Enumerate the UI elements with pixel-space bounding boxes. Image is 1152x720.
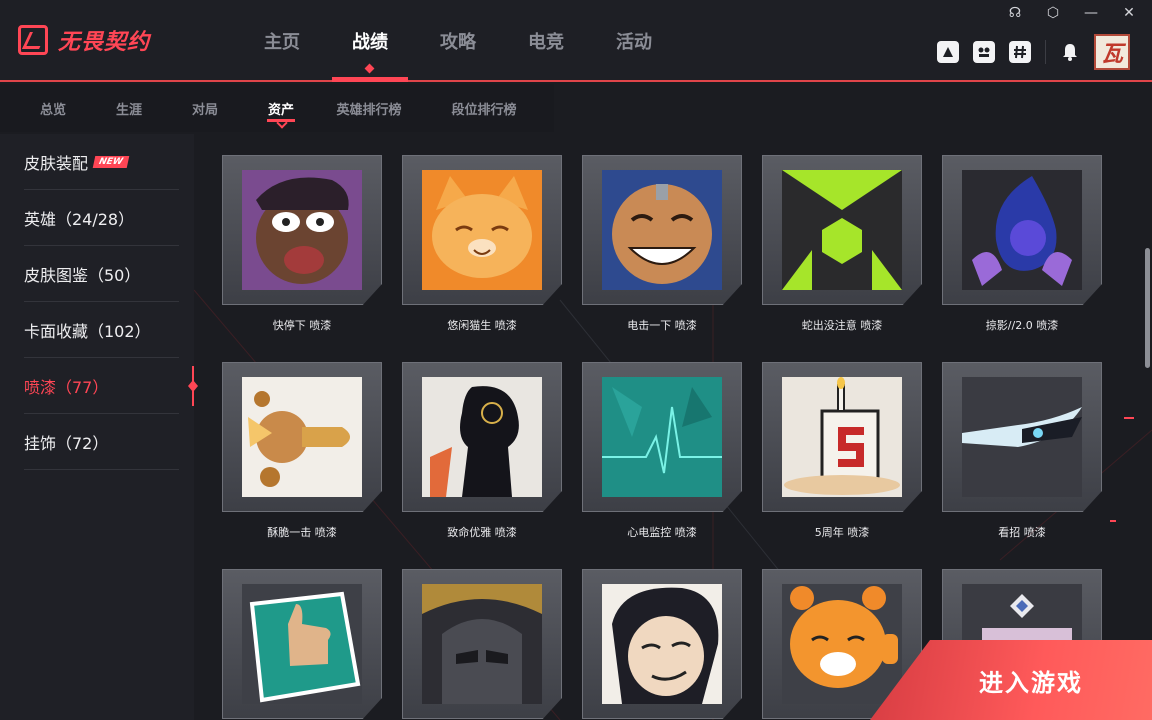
spray-frame (582, 569, 742, 719)
spray-card[interactable] (402, 569, 562, 720)
tiger-icon (782, 584, 902, 704)
spray-label: 蛇出没注意 喷漆 (801, 319, 883, 332)
spray-card[interactable]: 致命优雅 喷漆 (402, 362, 562, 540)
sidebar-item-skin-collection[interactable]: 皮肤图鉴（50） (24, 246, 179, 302)
main-nav: 主页 战绩 攻略 电竞 活动 (238, 0, 678, 82)
tab-guide[interactable]: 攻略 (414, 0, 502, 82)
spray-label: 酥脆一击 喷漆 (267, 526, 337, 539)
spray-frame (942, 155, 1102, 305)
spray-card[interactable]: 酥脆一击 喷漆 (222, 362, 382, 540)
window-controls: ☊ ⬡ — ✕ (1004, 2, 1140, 24)
tab-esports[interactable]: 电竞 (502, 0, 590, 82)
spray-card[interactable]: 看招 喷漆 (942, 362, 1102, 540)
bullet-icon (242, 377, 362, 497)
top-icons: 瓦 (937, 34, 1130, 70)
spray-label: 快停下 喷漆 (272, 319, 332, 332)
grinning-face-icon (602, 170, 722, 290)
masked-face-icon (422, 584, 542, 704)
silhouette-icon (422, 377, 542, 497)
support-icon[interactable]: ☊ (1004, 2, 1026, 24)
hash-icon[interactable] (1009, 41, 1031, 63)
spray-label: 心电监控 喷漆 (627, 526, 697, 539)
subtab-assets[interactable]: 资产 (258, 84, 304, 132)
hexagon-emblem-icon (782, 170, 902, 290)
spray-card[interactable]: 心电监控 喷漆 (582, 362, 742, 540)
thumbs-up-icon (242, 584, 362, 704)
spray-label: 看招 喷漆 (998, 526, 1046, 539)
spray-card[interactable]: 快停下 喷漆 (222, 155, 382, 333)
subtab-agent-ranking[interactable]: 英雄排行榜 (304, 84, 434, 132)
app-logo[interactable]: 无畏契约 (18, 24, 150, 56)
top-bar: 无畏契约 主页 战绩 攻略 电竞 活动 ☊ ⬡ — ✕ 瓦 (0, 0, 1152, 82)
spray-frame (222, 362, 382, 512)
subtab-career[interactable]: 生涯 (106, 84, 152, 132)
spray-frame (222, 155, 382, 305)
sidebar-item-sprays[interactable]: 喷漆（77） (24, 358, 179, 414)
sidebar-item-skin-loadout[interactable]: 皮肤装配 NEW (24, 134, 179, 190)
sidebar-item-agents[interactable]: 英雄（24/28） (24, 190, 179, 246)
spray-label: 电击一下 喷漆 (627, 319, 697, 332)
settings-icon[interactable]: ⬡ (1042, 2, 1064, 24)
spray-frame (942, 362, 1102, 512)
spray-grid: 快停下 喷漆 悠闲猫生 喷漆 电击一下 喷漆 蛇出没注意 喷漆 掠影//2.0 … (222, 155, 1122, 720)
spray-card[interactable]: 电击一下 喷漆 (582, 155, 742, 333)
subtab-rank-ranking[interactable]: 段位排行榜 (434, 84, 534, 132)
minimize-icon[interactable]: — (1080, 2, 1102, 24)
spray-frame (762, 362, 922, 512)
spray-label: 致命优雅 喷漆 (447, 526, 517, 539)
spray-card[interactable]: 掠影//2.0 喷漆 (942, 155, 1102, 333)
spray-card[interactable] (222, 569, 382, 720)
sidebar: 皮肤装配 NEW 英雄（24/28） 皮肤图鉴（50） 卡面收藏（102） 喷漆… (0, 134, 198, 720)
spray-card[interactable]: 5周年 喷漆 (762, 362, 922, 540)
close-icon[interactable]: ✕ (1118, 2, 1140, 24)
sidebar-item-buddies[interactable]: 挂饰（72） (24, 414, 179, 470)
team-icon[interactable] (973, 41, 995, 63)
spray-card[interactable]: 悠闲猫生 喷漆 (402, 155, 562, 333)
sidebar-item-cards[interactable]: 卡面收藏（102） (24, 302, 179, 358)
subtab-overview[interactable]: 总览 (0, 84, 106, 132)
scrollbar[interactable] (1145, 248, 1150, 368)
blade-icon (962, 377, 1082, 497)
spray-frame (582, 155, 742, 305)
spray-label: 悠闲猫生 喷漆 (447, 319, 517, 332)
spray-card[interactable]: 蛇出没注意 喷漆 (762, 155, 922, 333)
smirk-face-icon (602, 584, 722, 704)
cake-five-icon (782, 377, 902, 497)
active-marker-icon (188, 366, 198, 406)
avatar[interactable]: 瓦 (1094, 34, 1130, 70)
bell-icon[interactable] (1060, 41, 1080, 63)
spray-frame (402, 155, 562, 305)
spray-frame (402, 569, 562, 719)
heartbeat-icon (602, 377, 722, 497)
logo-text: 无畏契约 (58, 30, 151, 55)
spray-frame (402, 362, 562, 512)
share-icon[interactable] (937, 41, 959, 63)
divider (1045, 40, 1046, 64)
spray-card[interactable] (582, 569, 742, 720)
spray-frame (222, 569, 382, 719)
tab-events[interactable]: 活动 (590, 0, 678, 82)
sub-nav: 总览 生涯 对局 资产 英雄排行榜 段位排行榜 (0, 84, 554, 132)
shocked-face-icon (242, 170, 362, 290)
tab-home[interactable]: 主页 (238, 0, 326, 82)
cat-face-icon (422, 170, 542, 290)
subtab-matches[interactable]: 对局 (152, 84, 258, 132)
sidebar-item-label: 皮肤装配 (24, 153, 89, 173)
tab-record[interactable]: 战绩 (326, 0, 414, 82)
new-badge: NEW (92, 155, 129, 168)
spray-frame (762, 155, 922, 305)
spray-label: 掠影//2.0 喷漆 (985, 319, 1059, 332)
spray-label: 5周年 喷漆 (814, 526, 870, 539)
blue-orb-icon (962, 170, 1082, 290)
logo-mark-icon (18, 25, 48, 55)
spray-frame (582, 362, 742, 512)
